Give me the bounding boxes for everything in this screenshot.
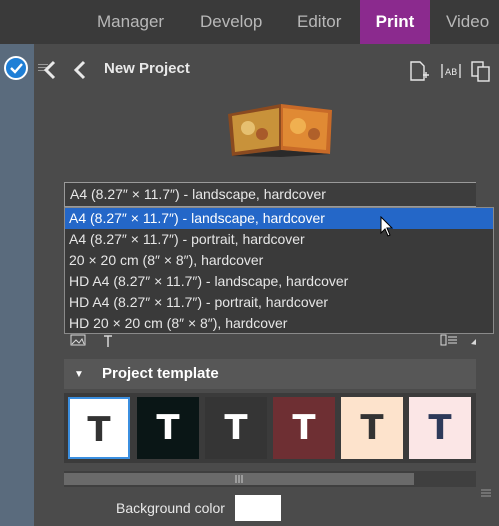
- tab-video[interactable]: Video: [446, 0, 489, 44]
- left-strip: [0, 44, 34, 526]
- back-button[interactable]: [70, 58, 90, 82]
- format-option[interactable]: HD A4 (8.27″ × 11.7″) - landscape, hardc…: [65, 271, 493, 292]
- project-template-header[interactable]: ▼ Project template: [64, 359, 476, 389]
- tab-manager[interactable]: Manager: [97, 0, 164, 44]
- format-select-value: A4 (8.27″ × 11.7″) - landscape, hardcove…: [70, 186, 326, 202]
- check-icon[interactable]: [4, 56, 28, 80]
- tab-editor[interactable]: Editor: [297, 0, 341, 44]
- text-frame-icon[interactable]: AB: [440, 60, 462, 82]
- template-tile[interactable]: T: [68, 397, 130, 459]
- duplicate-icon[interactable]: [470, 60, 492, 82]
- back-icon[interactable]: [40, 58, 60, 82]
- format-option[interactable]: HD A4 (8.27″ × 11.7″) - portrait, hardco…: [65, 292, 493, 313]
- section-title: Project template: [102, 365, 219, 382]
- format-option[interactable]: A4 (8.27″ × 11.7″) - portrait, hardcover: [65, 229, 493, 250]
- page-title: New Project: [104, 60, 190, 77]
- format-dropdown-list: A4 (8.27″ × 11.7″) - landscape, hardcove…: [64, 207, 494, 334]
- image-icon[interactable]: [70, 334, 86, 348]
- mouse-cursor-icon: [380, 215, 394, 238]
- background-color-swatch[interactable]: [235, 495, 281, 521]
- new-page-icon[interactable]: [408, 60, 430, 82]
- template-tile[interactable]: T: [341, 397, 403, 459]
- tab-develop[interactable]: Develop: [200, 0, 262, 44]
- collapse-arrow-icon: ▼: [74, 369, 84, 380]
- scrollbar-thumb[interactable]: [64, 473, 414, 485]
- format-option[interactable]: 20 × 20 cm (8″ × 8″), hardcover: [65, 250, 493, 271]
- template-tile[interactable]: T: [273, 397, 335, 459]
- svg-text:AB: AB: [445, 68, 457, 78]
- horizontal-scrollbar[interactable]: [64, 471, 476, 487]
- format-option[interactable]: HD 20 × 20 cm (8″ × 8″), hardcover: [65, 313, 493, 334]
- format-select[interactable]: A4 (8.27″ × 11.7″) - landscape, hardcove…: [64, 182, 494, 207]
- template-tile[interactable]: T: [205, 397, 267, 459]
- text-icon[interactable]: [102, 334, 114, 348]
- background-color-label: Background color: [116, 500, 225, 516]
- tab-print[interactable]: Print: [360, 0, 430, 44]
- photobook-preview-icon: [226, 100, 336, 158]
- top-nav: Manager Develop Editor Print Video: [0, 0, 499, 44]
- template-tile[interactable]: T: [409, 397, 471, 459]
- layout-list-icon[interactable]: [440, 334, 458, 348]
- template-strip: T T T T T T: [64, 393, 476, 463]
- format-option[interactable]: A4 (8.27″ × 11.7″) - landscape, hardcove…: [65, 208, 493, 229]
- template-tile[interactable]: T: [137, 397, 199, 459]
